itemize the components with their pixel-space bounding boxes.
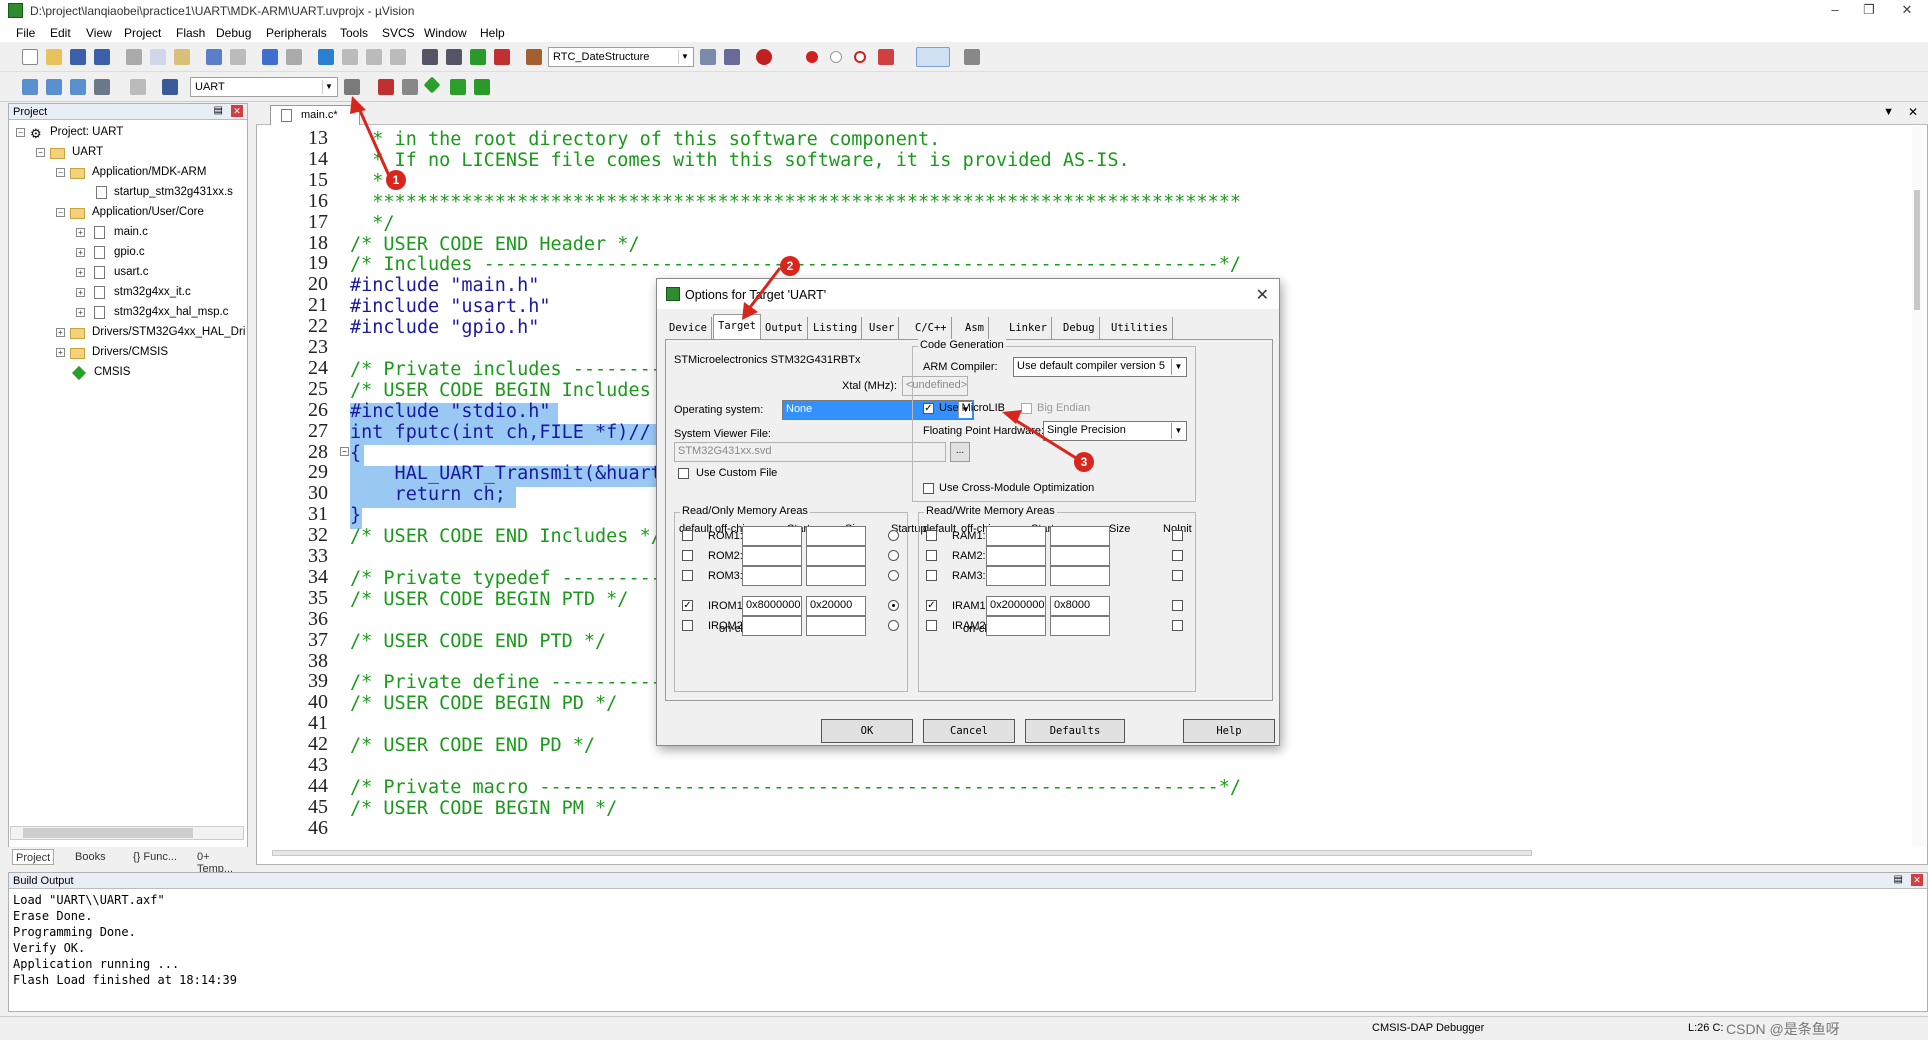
annotation-arrowhead-2 xyxy=(742,302,758,320)
annotation-badge-3: 3 xyxy=(1074,452,1094,472)
annotation-arrow-1 xyxy=(356,105,392,179)
annotation-arrow-3 xyxy=(1011,416,1077,460)
annotation-badge-1: 1 xyxy=(386,170,406,190)
annotation-badge-2: 2 xyxy=(780,256,800,276)
annotation-arrowhead-1 xyxy=(350,96,366,114)
annotation-arrow-2 xyxy=(746,267,782,311)
annotation-overlay xyxy=(350,96,1077,460)
